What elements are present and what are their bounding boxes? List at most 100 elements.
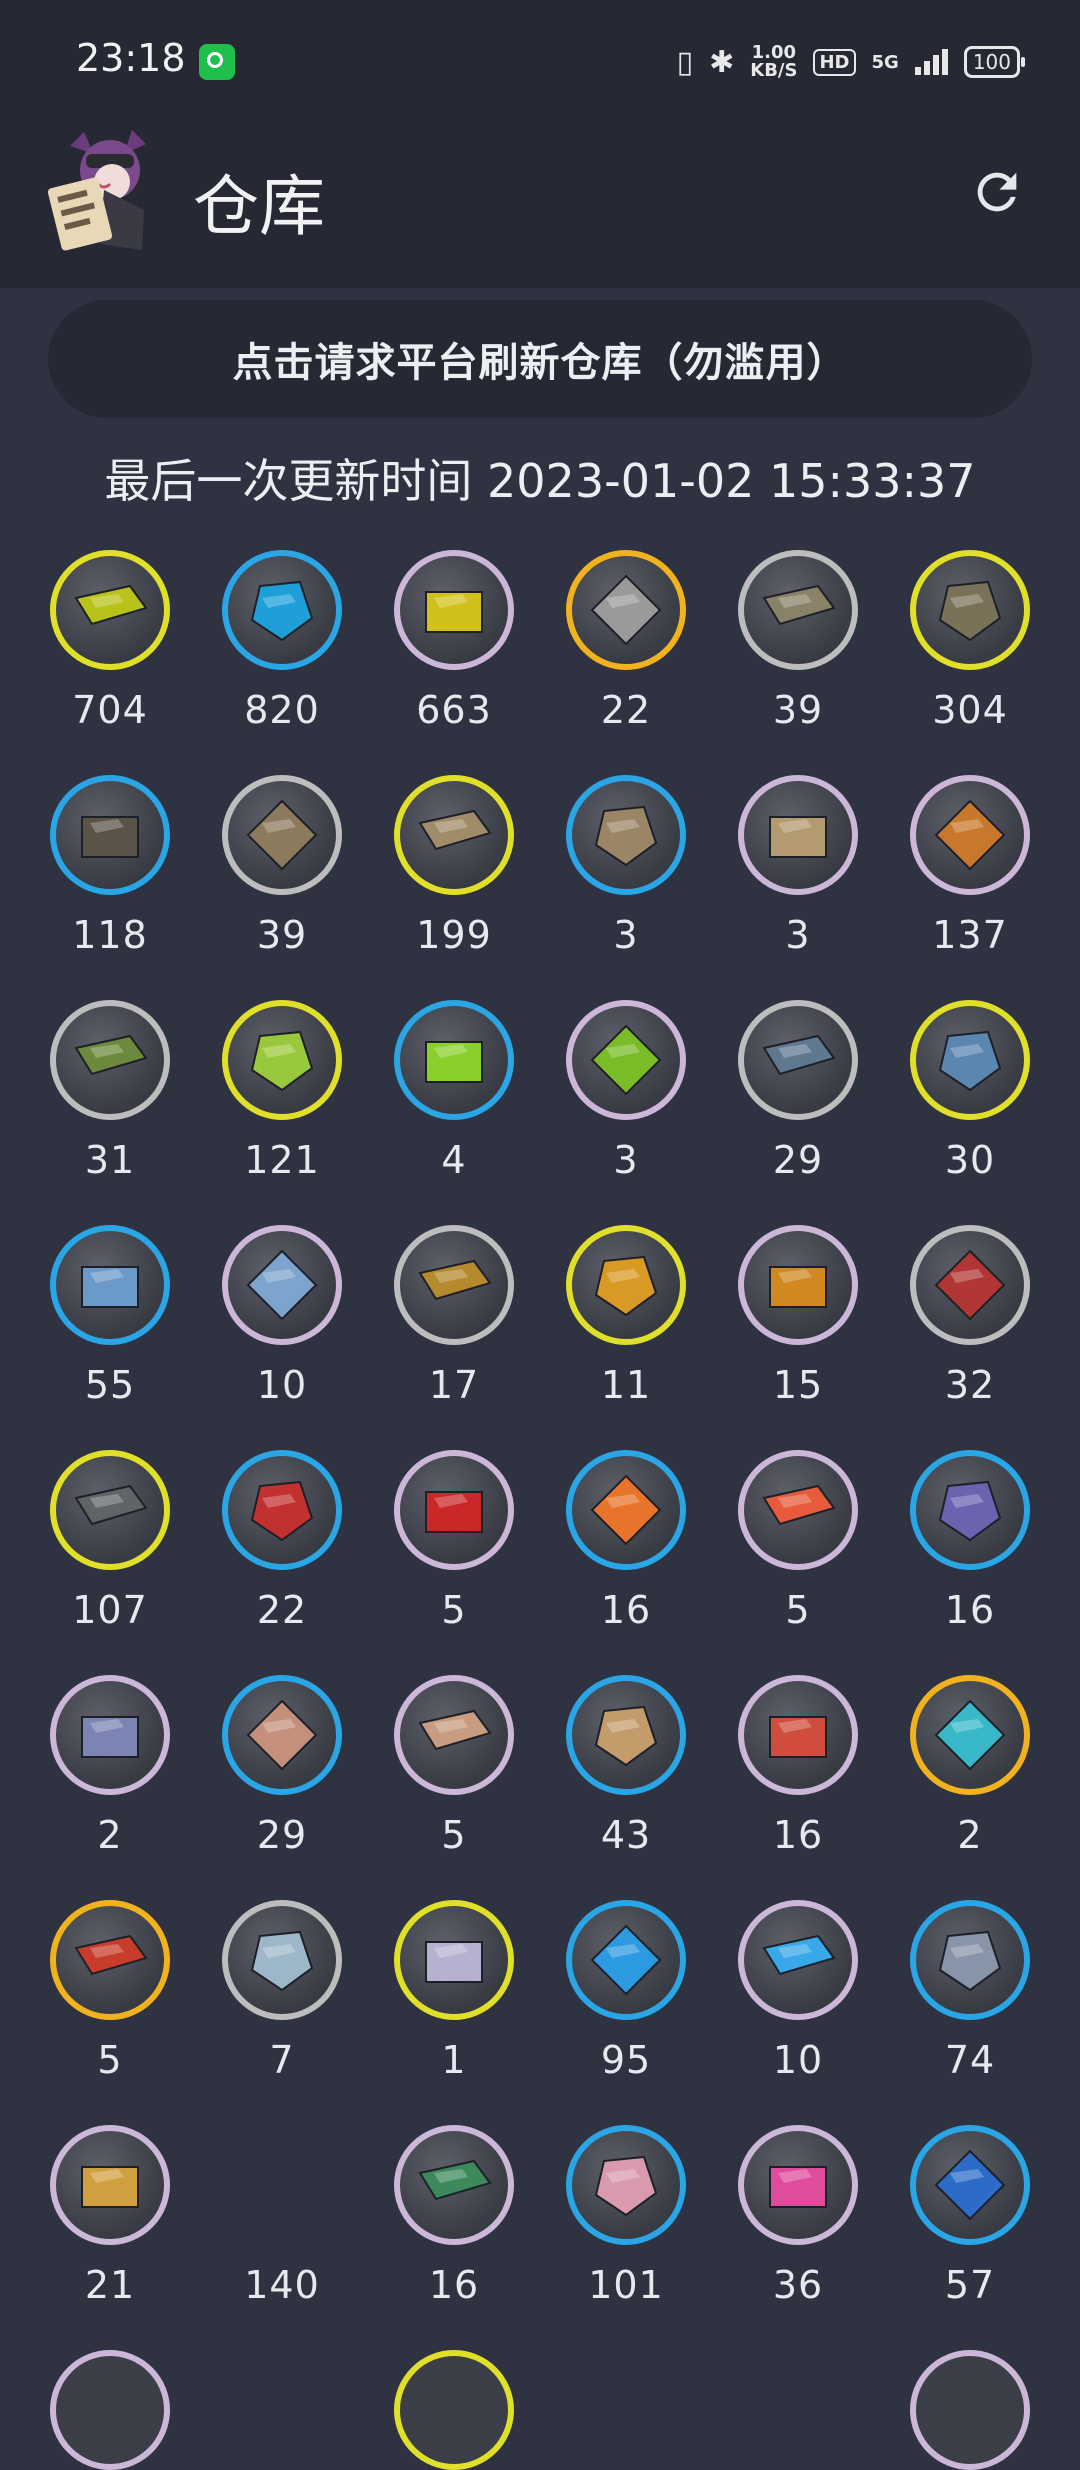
inventory-item[interactable]: 121 (196, 998, 368, 1223)
battery-level: 100 (972, 50, 1011, 74)
nucleic-crystal-sinter-icon (769, 2166, 827, 2208)
inventory-item[interactable]: 16 (712, 1673, 884, 1898)
inventory-item[interactable]: 3 (712, 773, 884, 998)
inventory-item[interactable]: 118 (24, 773, 196, 998)
polymerized-gel-icon (934, 1699, 1006, 1771)
inventory-item[interactable]: 5 (712, 1448, 884, 1673)
inventory-item[interactable]: 21 (24, 2123, 196, 2348)
item-count: 4 (441, 1138, 467, 1182)
item-rarity-ring (910, 2125, 1030, 2245)
inventory-item[interactable]: 107 (24, 1448, 196, 1673)
item-rarity-ring (566, 1225, 686, 1345)
request-refresh-button[interactable]: 点击请求平台刷新仓库（勿滥用） (48, 300, 1032, 418)
inventory-item[interactable]: 663 (368, 548, 540, 773)
item-rarity-ring (738, 2125, 858, 2245)
inventory-item[interactable]: 704 (24, 548, 196, 773)
item-rarity-ring (738, 775, 858, 895)
inventory-item[interactable]: 17 (368, 1223, 540, 1448)
item-count: 95 (600, 2038, 652, 2082)
inventory-item[interactable]: 16 (368, 2123, 540, 2348)
system-icons: ▯ ✱ 1.00 KB/S HD 5G 100 (677, 40, 1026, 84)
item-rarity-ring (50, 1225, 170, 1345)
inventory-item[interactable]: 95 (540, 1898, 712, 2123)
inventory-item[interactable]: 43 (540, 1673, 712, 1898)
status-bar: 23:18 ▯ ✱ 1.00 KB/S HD 5G 100 (0, 0, 1080, 125)
inventory-item[interactable]: 3 (540, 998, 712, 1223)
inventory-item[interactable]: 140 (196, 2123, 368, 2348)
item-rarity-ring (50, 2125, 170, 2245)
inventory-item[interactable]: 101 (540, 2123, 712, 2348)
network-speed-unit: KB/S (750, 60, 798, 81)
inventory-item[interactable]: 11 (540, 1223, 712, 1448)
item-rarity-ring (50, 1000, 170, 1120)
item-orb-partial (910, 2350, 1030, 2470)
inventory-item[interactable]: 3 (540, 773, 712, 998)
inventory-item[interactable]: 22 (540, 548, 712, 773)
incandescent-alloy-icon (74, 1934, 148, 1976)
signal-strength-icon (914, 49, 948, 75)
item-count: 5 (441, 1588, 467, 1632)
exp-record-green-icon (74, 584, 148, 626)
inventory-item[interactable]: 22 (196, 1448, 368, 1673)
item-rarity-ring (910, 1000, 1030, 1120)
inventory-item[interactable]: 16 (540, 1448, 712, 1673)
inventory-item[interactable]: 2 (884, 1673, 1056, 1898)
inventory-item[interactable]: 39 (196, 773, 368, 998)
inventory-item[interactable]: 5 (368, 1448, 540, 1673)
network-speed: 1.00 KB/S (750, 44, 797, 80)
inventory-item[interactable]: 29 (196, 1673, 368, 1898)
item-rarity-ring (910, 1675, 1030, 1795)
inventory-item[interactable]: 32 (884, 1223, 1056, 1448)
item-count: 5 (785, 1588, 811, 1632)
inventory-item[interactable]: 7 (196, 1898, 368, 2123)
inventory-item[interactable]: 5 (24, 1898, 196, 2123)
inventory-item[interactable]: 16 (884, 1448, 1056, 1673)
fuscous-fiber-icon (934, 2149, 1006, 2221)
inventory-item[interactable]: 304 (884, 548, 1056, 773)
item-count: 15 (772, 1363, 824, 1407)
item-rarity-ring (394, 775, 514, 895)
item-rarity-ring (910, 1225, 1030, 1345)
item-rarity-ring (50, 1675, 170, 1795)
inventory-item[interactable]: 10 (196, 1223, 368, 1448)
inventory-item[interactable]: 10 (712, 1898, 884, 2123)
diketon-icon (418, 1259, 492, 1301)
inventory-item[interactable]: 820 (196, 548, 368, 773)
sugar-substitute-icon (246, 799, 318, 871)
item-rarity-ring (222, 775, 342, 895)
ester-icon (934, 799, 1006, 871)
inventory-item[interactable]: 2 (24, 1673, 196, 1898)
refined-solvent-icon (762, 1934, 836, 1976)
refresh-icon[interactable] (968, 163, 1026, 221)
damaged-device-icon (74, 1484, 148, 1526)
inventory-item[interactable]: 5 (368, 1673, 540, 1898)
inventory-item[interactable]: 57 (884, 2123, 1056, 2348)
inventory-item[interactable]: 36 (712, 2123, 884, 2348)
item-rarity-ring (910, 1900, 1030, 2020)
inventory-item[interactable]: 55 (24, 1223, 196, 1448)
exp-record-yellow-icon (425, 591, 483, 633)
bluetooth-icon: ✱ (709, 44, 735, 80)
chip-catalyst-icon (594, 2155, 658, 2217)
sugar-icon (418, 809, 492, 851)
inventory-item[interactable]: 137 (884, 773, 1056, 998)
exp-record-blue-icon (250, 580, 314, 642)
inventory-item[interactable]: 74 (884, 1898, 1056, 2123)
item-count: 21 (84, 2263, 136, 2307)
inventory-item[interactable]: 29 (712, 998, 884, 1223)
last-updated-text: 最后一次更新时间 2023-01-02 15:33:37 (104, 454, 976, 508)
inventory-item[interactable]: 1 (368, 1898, 540, 2123)
manganese-ore-icon (938, 1480, 1002, 1542)
inventory-item[interactable]: 199 (368, 773, 540, 998)
item-count: 16 (600, 1588, 652, 1632)
inventory-item[interactable]: 4 (368, 998, 540, 1223)
polyester-case-icon (590, 1024, 662, 1096)
inventory-item[interactable]: 15 (712, 1223, 884, 1448)
item-count: 3 (613, 913, 639, 957)
item-count: 55 (84, 1363, 136, 1407)
item-count: 74 (944, 2038, 996, 2082)
inventory-item[interactable]: 39 (712, 548, 884, 773)
inventory-item[interactable]: 31 (24, 998, 196, 1223)
inventory-item[interactable]: 30 (884, 998, 1056, 1223)
item-rarity-ring (738, 1000, 858, 1120)
